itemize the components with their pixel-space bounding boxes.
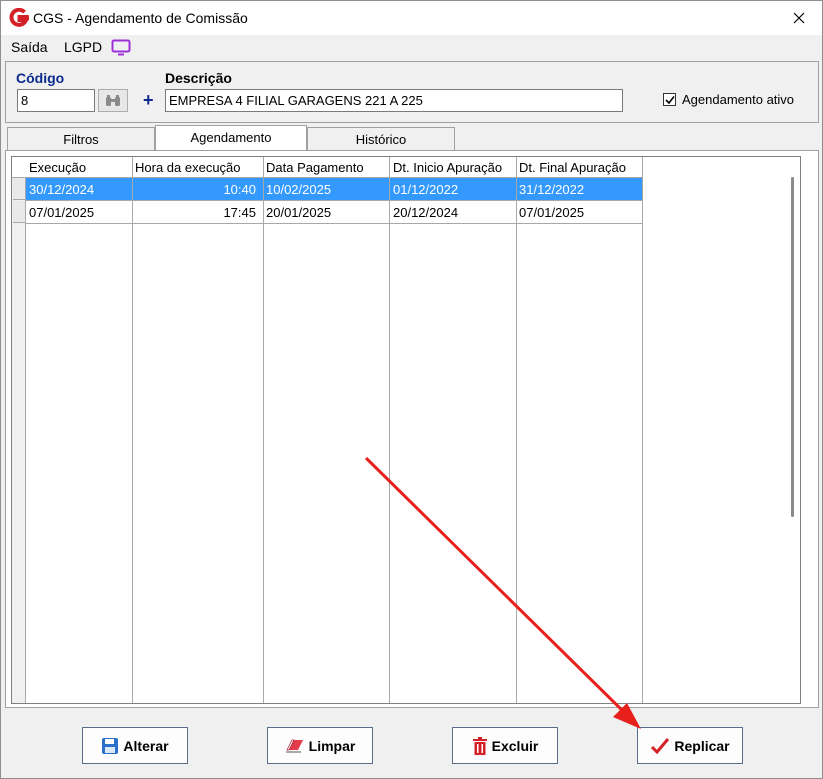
window-title: CGS - Agendamento de Comissão	[33, 10, 248, 26]
tab-historico[interactable]: Histórico	[307, 127, 455, 150]
codigo-input[interactable]	[17, 89, 95, 112]
column-divider	[389, 157, 390, 703]
cgs-logo-icon	[9, 8, 29, 27]
vertical-scrollbar[interactable]	[789, 177, 797, 697]
close-icon	[793, 12, 805, 24]
table-row[interactable]: 07/01/2025 17:45 20/01/2025 20/12/2024 0…	[26, 201, 642, 224]
monitor-icon[interactable]	[111, 39, 131, 56]
eraser-icon	[285, 739, 303, 752]
column-divider	[132, 157, 133, 703]
tab-strip: Filtros Agendamento Histórico	[5, 125, 819, 150]
header-panel: Código Descrição + Agendamento ativo	[5, 61, 819, 123]
agendamento-ativo-checkbox[interactable]: Agendamento ativo	[663, 92, 794, 107]
checkbox-label: Agendamento ativo	[682, 92, 795, 107]
floppy-disk-icon	[102, 737, 119, 754]
cell-inicio: 20/12/2024	[393, 205, 459, 220]
row-indicator[interactable]	[13, 178, 25, 200]
cell-final: 07/01/2025	[519, 205, 585, 220]
menu-bar: Saída LGPD	[1, 35, 822, 59]
excluir-button[interactable]: Excluir	[452, 727, 558, 764]
title-bar: CGS - Agendamento de Comissão	[1, 1, 822, 35]
tab-agendamento[interactable]: Agendamento	[155, 125, 307, 150]
codigo-label: Código	[16, 70, 65, 86]
column-header-pagamento[interactable]: Data Pagamento	[266, 160, 364, 175]
trash-icon	[472, 736, 487, 755]
cell-final: 31/12/2022	[519, 182, 585, 197]
limpar-button[interactable]: Limpar	[267, 727, 373, 764]
schedule-grid: Execução Hora da execução Data Pagamento…	[11, 156, 801, 704]
column-header-execucao[interactable]: Execução	[29, 160, 86, 175]
cell-execucao: 30/12/2024	[29, 182, 95, 197]
excluir-button-label: Excluir	[491, 737, 539, 754]
checkbox-box[interactable]	[663, 93, 676, 106]
cell-pagamento: 10/02/2025	[266, 182, 332, 197]
cell-execucao: 07/01/2025	[29, 205, 95, 220]
column-divider	[642, 157, 643, 703]
column-header-hora[interactable]: Hora da execução	[135, 160, 241, 175]
search-button[interactable]	[98, 89, 128, 112]
menu-item-lgpd[interactable]: LGPD	[64, 39, 102, 55]
column-divider	[516, 157, 517, 703]
scrollbar-thumb[interactable]	[791, 177, 794, 517]
replicar-button[interactable]: Replicar	[637, 727, 743, 764]
binoculars-icon	[106, 94, 120, 106]
add-icon[interactable]: +	[143, 90, 154, 110]
grid-panel: Execução Hora da execução Data Pagamento…	[5, 150, 819, 708]
main-window: CGS - Agendamento de Comissão Saída LGPD…	[0, 0, 823, 779]
descricao-label: Descrição	[165, 70, 232, 86]
menu-item-saida[interactable]: Saída	[11, 39, 48, 55]
grid-header: Execução Hora da execução Data Pagamento…	[12, 157, 642, 178]
row-indicator[interactable]	[13, 201, 25, 223]
tab-filtros[interactable]: Filtros	[7, 127, 155, 150]
alterar-button[interactable]: Alterar	[82, 727, 188, 764]
cell-inicio: 01/12/2022	[393, 182, 459, 197]
table-row[interactable]: 30/12/2024 10:40 10/02/2025 01/12/2022 3…	[26, 178, 642, 201]
cell-hora: 17:45	[223, 205, 256, 220]
limpar-button-label: Limpar	[308, 737, 356, 754]
column-header-final[interactable]: Dt. Final Apuração	[519, 160, 626, 175]
cell-hora: 10:40	[223, 182, 256, 197]
check-icon	[664, 95, 675, 104]
close-button[interactable]	[776, 1, 822, 35]
column-header-inicio[interactable]: Dt. Inicio Apuração	[393, 160, 502, 175]
column-divider	[263, 157, 264, 703]
cell-pagamento: 20/01/2025	[266, 205, 332, 220]
checkmark-icon	[651, 737, 670, 754]
row-indicator-column	[12, 157, 26, 703]
descricao-input[interactable]	[165, 89, 623, 112]
alterar-button-label: Alterar	[123, 737, 169, 754]
replicar-button-label: Replicar	[674, 737, 730, 754]
